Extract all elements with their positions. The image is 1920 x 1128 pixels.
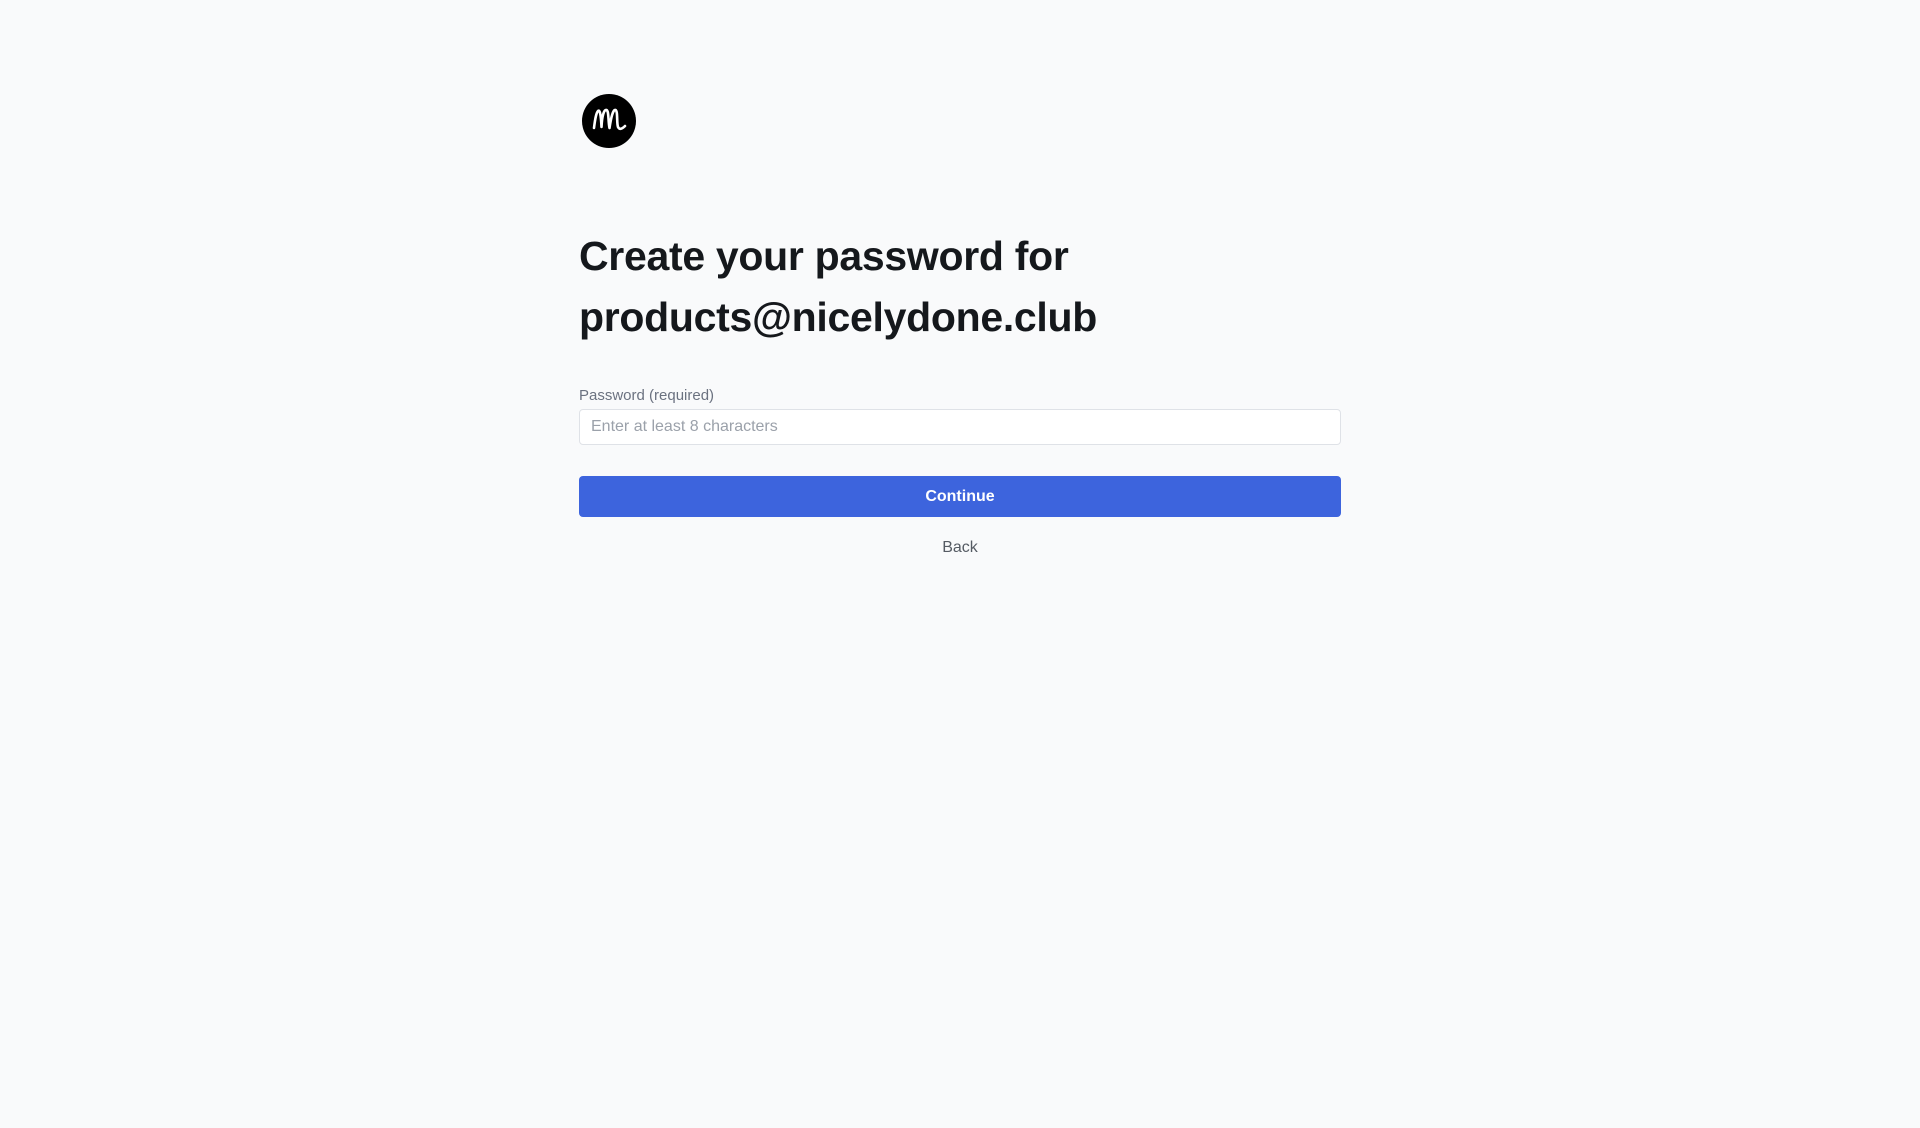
page-title-email: products@nicelydone.club [579,294,1098,340]
page-title: Create your password for products@nicely… [579,226,1341,348]
password-label: Password (required) [579,387,715,404]
password-field-group: Password (required) [579,387,1341,445]
password-input[interactable] [579,409,1341,445]
back-link[interactable]: Back [579,539,1341,557]
continue-button[interactable]: Continue [579,476,1341,517]
logo-icon [582,94,636,148]
page-title-line-1: Create your password for [579,233,1069,279]
signup-password-form: Create your password for products@nicely… [579,94,1341,557]
